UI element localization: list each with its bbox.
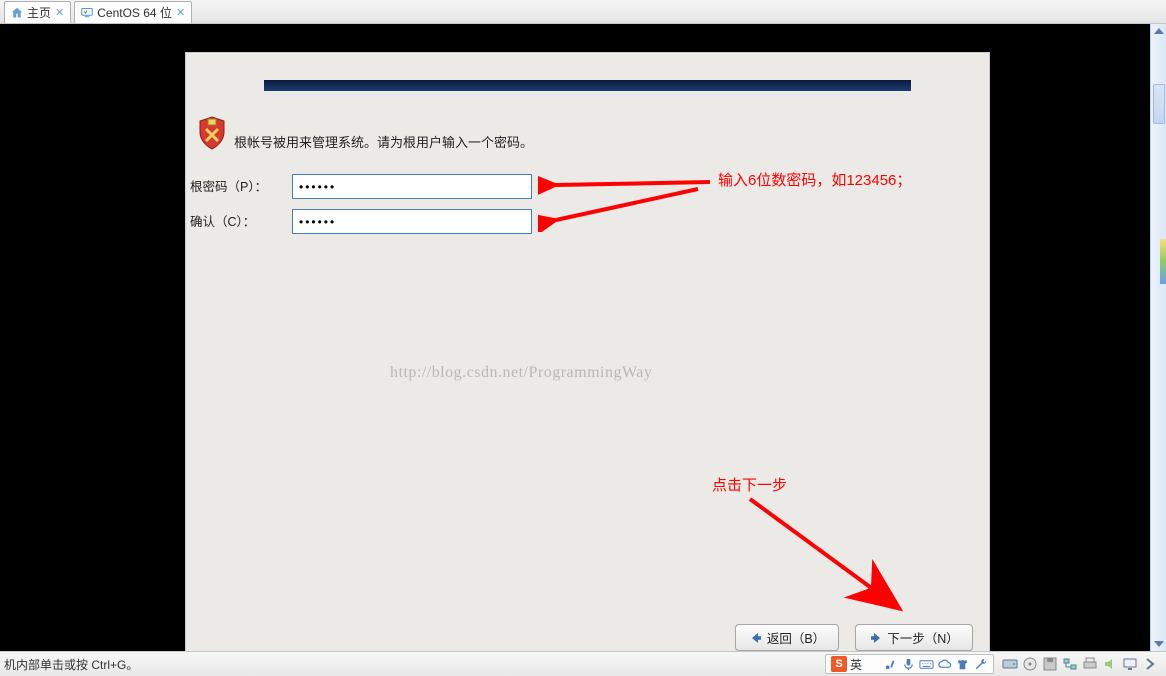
arrow-right-icon [869, 631, 883, 645]
cd-icon[interactable] [1022, 656, 1038, 672]
display-icon[interactable] [1122, 656, 1138, 672]
close-icon[interactable]: ✕ [176, 6, 185, 19]
annotation-password-hint: 输入6位数密码，如123456； [718, 169, 911, 190]
password-label-row: 根密码（P）： [190, 176, 290, 195]
printer-icon[interactable] [1082, 656, 1098, 672]
back-button-label: 返回（B） [767, 628, 825, 647]
shirt-icon [955, 657, 970, 672]
root-password-input[interactable] [292, 174, 532, 199]
status-hint: 机内部单击或按 Ctrl+G。 [0, 656, 825, 673]
microphone-icon [901, 657, 916, 672]
tab-vm-label: CentOS 64 位 [97, 4, 172, 21]
close-icon[interactable]: ✕ [55, 6, 64, 19]
scrollbar-thumb[interactable] [1153, 84, 1165, 124]
annotation-next-hint: 点击下一步 [712, 474, 787, 495]
tab-vm[interactable]: CentOS 64 位 ✕ [74, 1, 192, 23]
vm-display[interactable]: 根帐号被用来管理系统。请为根用户输入一个密码。 根密码（P）： 确认（C）： h… [0, 24, 1166, 651]
wrench-icon [973, 657, 988, 672]
scrollbar-marks [1160, 239, 1166, 284]
confirm-password-input[interactable] [292, 209, 532, 234]
sogou-icon: S [831, 656, 847, 672]
vm-devices-tray [1002, 656, 1166, 672]
sound-icon[interactable] [1102, 656, 1118, 672]
harddisk-icon[interactable] [1002, 656, 1018, 672]
network-icon[interactable] [1062, 656, 1078, 672]
moon-icon [865, 657, 880, 672]
next-button[interactable]: 下一步（N） [855, 624, 973, 651]
tab-home-label: 主页 [27, 4, 51, 21]
cloud-icon [937, 657, 952, 672]
ime-lang: 英 [850, 656, 862, 673]
password-label: 根密码（P）： [190, 176, 290, 195]
status-bar: 机内部单击或按 Ctrl+G。 S 英 [0, 651, 1166, 676]
punctuation-icon [883, 657, 898, 672]
keyboard-icon [919, 657, 934, 672]
installer-header-bar [264, 80, 911, 91]
installer-instruction: 根帐号被用来管理系统。请为根用户输入一个密码。 [234, 132, 533, 151]
watermark-text: http://blog.csdn.net/ProgrammingWay [390, 364, 652, 382]
tab-bar: 主页 ✕ CentOS 64 位 ✕ [0, 0, 1166, 24]
back-button[interactable]: 返回（B） [735, 624, 839, 651]
arrow-left-icon [749, 631, 763, 645]
floppy-icon[interactable] [1042, 656, 1058, 672]
shield-icon [198, 116, 226, 155]
monitor-icon [81, 7, 93, 19]
ime-toolbar[interactable]: S 英 [825, 654, 994, 674]
home-icon [11, 7, 23, 19]
tab-home[interactable]: 主页 ✕ [4, 1, 71, 23]
scrollbar-vertical[interactable] [1150, 24, 1166, 651]
confirm-label-row: 确认（C）： [190, 211, 290, 230]
confirm-label: 确认（C）： [190, 211, 290, 230]
next-button-label: 下一步（N） [887, 628, 959, 647]
chevron-right-icon[interactable] [1142, 656, 1158, 672]
